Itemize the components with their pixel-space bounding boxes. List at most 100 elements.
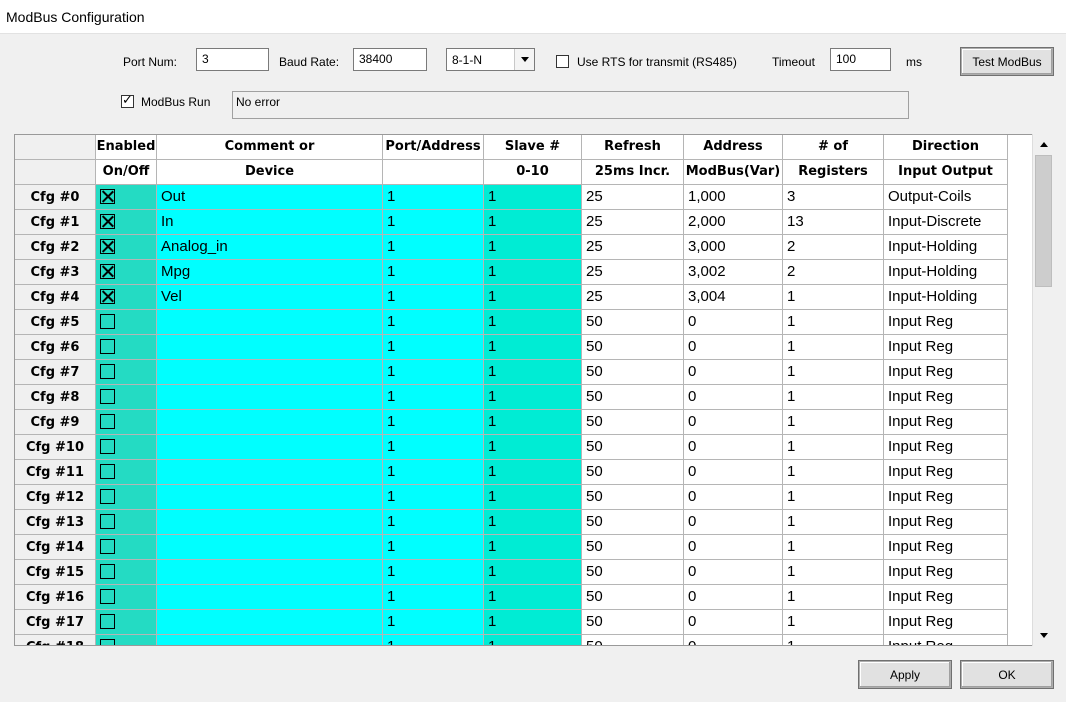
direction-cell[interactable]: Input Reg	[884, 635, 1008, 645]
port-num-input[interactable]: 3	[196, 48, 269, 71]
enabled-checkbox[interactable]	[100, 339, 115, 354]
address-cell[interactable]: 0	[684, 460, 783, 485]
count-cell[interactable]: 2	[783, 260, 884, 285]
count-cell[interactable]: 3	[783, 185, 884, 210]
enabled-cell[interactable]	[96, 385, 157, 410]
slave-cell[interactable]: 1	[484, 435, 582, 460]
count-cell[interactable]: 1	[783, 535, 884, 560]
refresh-cell[interactable]: 25	[582, 235, 684, 260]
comment-cell[interactable]	[157, 360, 383, 385]
enabled-checkbox[interactable]	[100, 439, 115, 454]
address-cell[interactable]: 0	[684, 360, 783, 385]
direction-cell[interactable]: Input Reg	[884, 610, 1008, 635]
address-cell[interactable]: 0	[684, 310, 783, 335]
port-cell[interactable]: 1	[383, 210, 484, 235]
address-cell[interactable]: 0	[684, 560, 783, 585]
comment-cell[interactable]	[157, 460, 383, 485]
refresh-cell[interactable]: 50	[582, 360, 684, 385]
count-cell[interactable]: 1	[783, 635, 884, 645]
count-cell[interactable]: 1	[783, 310, 884, 335]
refresh-cell[interactable]: 50	[582, 310, 684, 335]
refresh-cell[interactable]: 50	[582, 635, 684, 645]
direction-cell[interactable]: Input-Holding	[884, 235, 1008, 260]
direction-cell[interactable]: Input Reg	[884, 335, 1008, 360]
port-cell[interactable]: 1	[383, 560, 484, 585]
refresh-cell[interactable]: 50	[582, 560, 684, 585]
enabled-checkbox[interactable]	[100, 539, 115, 554]
comment-cell[interactable]	[157, 610, 383, 635]
enabled-cell[interactable]	[96, 235, 157, 260]
enabled-checkbox[interactable]	[100, 514, 115, 529]
address-cell[interactable]: 2,000	[684, 210, 783, 235]
port-cell[interactable]: 1	[383, 635, 484, 645]
address-cell[interactable]: 1,000	[684, 185, 783, 210]
slave-cell[interactable]: 1	[484, 635, 582, 645]
comment-cell[interactable]	[157, 635, 383, 645]
enabled-checkbox[interactable]	[100, 314, 115, 329]
enabled-checkbox[interactable]	[100, 214, 115, 229]
enabled-cell[interactable]	[96, 360, 157, 385]
enabled-cell[interactable]	[96, 510, 157, 535]
enabled-cell[interactable]	[96, 435, 157, 460]
direction-cell[interactable]: Input-Discrete	[884, 210, 1008, 235]
modbus-run-checkbox[interactable]	[121, 93, 134, 108]
slave-cell[interactable]: 1	[484, 185, 582, 210]
enabled-cell[interactable]	[96, 535, 157, 560]
direction-cell[interactable]: Input-Holding	[884, 285, 1008, 310]
port-cell[interactable]: 1	[383, 335, 484, 360]
enabled-cell[interactable]	[96, 560, 157, 585]
refresh-cell[interactable]: 50	[582, 535, 684, 560]
count-cell[interactable]: 1	[783, 385, 884, 410]
count-cell[interactable]: 1	[783, 610, 884, 635]
baud-rate-input[interactable]: 38400	[353, 48, 427, 71]
slave-cell[interactable]: 1	[484, 510, 582, 535]
comment-cell[interactable]: Out	[157, 185, 383, 210]
comment-cell[interactable]	[157, 410, 383, 435]
slave-cell[interactable]: 1	[484, 460, 582, 485]
comment-cell[interactable]	[157, 485, 383, 510]
port-cell[interactable]: 1	[383, 185, 484, 210]
direction-cell[interactable]: Input Reg	[884, 510, 1008, 535]
enabled-cell[interactable]	[96, 485, 157, 510]
direction-cell[interactable]: Input Reg	[884, 560, 1008, 585]
address-cell[interactable]: 0	[684, 585, 783, 610]
enabled-cell[interactable]	[96, 610, 157, 635]
port-cell[interactable]: 1	[383, 585, 484, 610]
enabled-checkbox[interactable]	[100, 414, 115, 429]
address-cell[interactable]: 3,002	[684, 260, 783, 285]
slave-cell[interactable]: 1	[484, 610, 582, 635]
slave-cell[interactable]: 1	[484, 335, 582, 360]
enabled-checkbox[interactable]	[100, 564, 115, 579]
scroll-up-arrow-icon[interactable]	[1033, 134, 1054, 155]
count-cell[interactable]: 1	[783, 460, 884, 485]
enabled-checkbox[interactable]	[100, 264, 115, 279]
slave-cell[interactable]: 1	[484, 285, 582, 310]
comment-cell[interactable]	[157, 560, 383, 585]
enabled-cell[interactable]	[96, 410, 157, 435]
count-cell[interactable]: 1	[783, 435, 884, 460]
direction-cell[interactable]: Input Reg	[884, 460, 1008, 485]
enabled-checkbox[interactable]	[100, 389, 115, 404]
refresh-cell[interactable]: 25	[582, 260, 684, 285]
port-cell[interactable]: 1	[383, 535, 484, 560]
port-cell[interactable]: 1	[383, 485, 484, 510]
direction-cell[interactable]: Input Reg	[884, 410, 1008, 435]
slave-cell[interactable]: 1	[484, 310, 582, 335]
comment-cell[interactable]: Mpg	[157, 260, 383, 285]
slave-cell[interactable]: 1	[484, 210, 582, 235]
refresh-cell[interactable]: 50	[582, 385, 684, 410]
address-cell[interactable]: 0	[684, 485, 783, 510]
enabled-cell[interactable]	[96, 185, 157, 210]
direction-cell[interactable]: Input Reg	[884, 585, 1008, 610]
apply-button[interactable]: Apply	[858, 660, 952, 689]
direction-cell[interactable]: Input Reg	[884, 385, 1008, 410]
refresh-cell[interactable]: 25	[582, 285, 684, 310]
enabled-checkbox[interactable]	[100, 289, 115, 304]
slave-cell[interactable]: 1	[484, 260, 582, 285]
slave-cell[interactable]: 1	[484, 535, 582, 560]
ok-button[interactable]: OK	[960, 660, 1054, 689]
refresh-cell[interactable]: 50	[582, 460, 684, 485]
enabled-cell[interactable]	[96, 460, 157, 485]
slave-cell[interactable]: 1	[484, 585, 582, 610]
port-cell[interactable]: 1	[383, 410, 484, 435]
